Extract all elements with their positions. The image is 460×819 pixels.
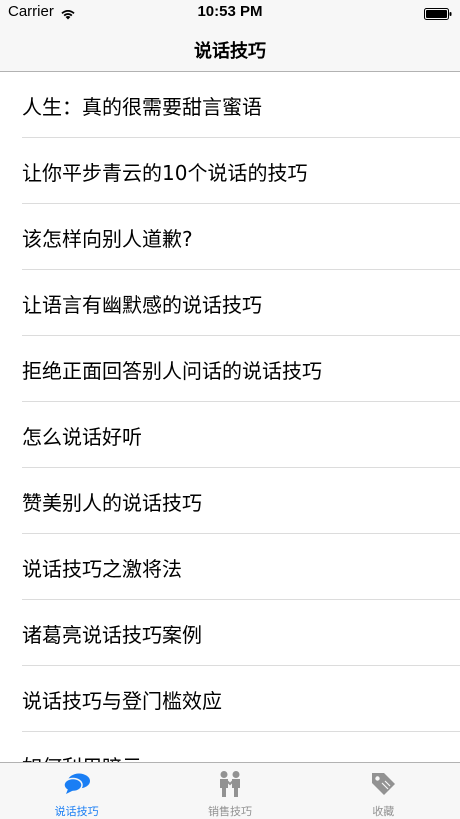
list-item[interactable]: 拒绝正面回答别人问话的说话技巧 [0, 336, 460, 402]
tag-icon [367, 770, 399, 798]
tab-bar: 说话技巧 销售技巧 收藏 [0, 762, 460, 819]
list-item-label: 说话技巧之激将法 [22, 556, 182, 581]
speech-bubbles-icon [61, 770, 93, 798]
list-item[interactable]: 赞美别人的说话技巧 [0, 468, 460, 534]
tab-favorites[interactable]: 收藏 [307, 763, 460, 819]
tab-label: 收藏 [372, 805, 395, 818]
tab-label: 销售技巧 [207, 805, 252, 818]
status-bar: Carrier 10:53 PM [0, 0, 460, 24]
list-item[interactable]: 说话技巧与登门槛效应 [0, 666, 460, 732]
list-item-label: 人生：真的很需要甜言蜜语 [22, 94, 262, 119]
list-item[interactable]: 人生：真的很需要甜言蜜语 [0, 72, 460, 138]
list-item[interactable]: 诸葛亮说话技巧案例 [0, 600, 460, 666]
list-item-label: 赞美别人的说话技巧 [22, 490, 202, 515]
list-item-label: 拒绝正面回答别人问话的说话技巧 [22, 358, 322, 383]
list-item[interactable]: 怎么说话好听 [0, 402, 460, 468]
battery-icon [424, 6, 452, 20]
status-time: 10:53 PM [197, 3, 263, 20]
tab-speaking-skills[interactable]: 说话技巧 [0, 763, 153, 819]
list-item-label: 该怎样向别人道歉? [22, 226, 193, 251]
list-item-label: 让语言有幽默感的说话技巧 [22, 292, 262, 317]
list-item-label: 说话技巧与登门槛效应 [22, 688, 222, 713]
list-item[interactable]: 让你平步青云的10个说话的技巧 [0, 138, 460, 204]
tab-sales-skills[interactable]: 销售技巧 [153, 763, 306, 819]
page-title: 说话技巧 [194, 41, 266, 62]
navigation-bar: 说话技巧 [0, 24, 460, 72]
article-list[interactable]: 人生：真的很需要甜言蜜语 让你平步青云的10个说话的技巧 该怎样向别人道歉? 让… [0, 72, 460, 762]
list-item[interactable]: 该怎样向别人道歉? [0, 204, 460, 270]
list-item[interactable]: 说话技巧之激将法 [0, 534, 460, 600]
list-item-label: 诸葛亮说话技巧案例 [22, 622, 202, 647]
tab-label: 说话技巧 [54, 805, 99, 818]
list-item-label: 让你平步青云的10个说话的技巧 [22, 160, 308, 185]
list-item-label: 怎么说话好听 [22, 424, 142, 449]
handshake-people-icon [214, 770, 246, 798]
list-item-label: 如何利用暗示... [0, 751, 161, 763]
list-item[interactable]: 让语言有幽默感的说话技巧 [0, 270, 460, 336]
list-item[interactable]: 如何利用暗示... [0, 732, 460, 763]
